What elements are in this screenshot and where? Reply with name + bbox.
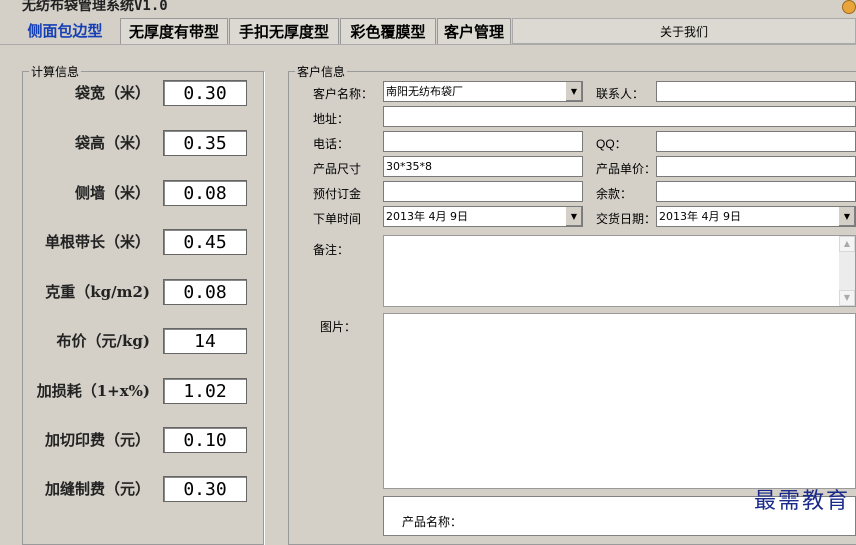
contact-input[interactable] bbox=[656, 81, 856, 102]
calc-info-legend: 计算信息 bbox=[31, 65, 80, 79]
product-size-input[interactable]: 30*35*8 bbox=[383, 156, 583, 177]
loss-rate-label: 加损耗（1+x%) bbox=[36, 382, 150, 400]
unit-price-input[interactable] bbox=[656, 156, 856, 177]
window-title: 无纺布袋管理系统V1.0 bbox=[22, 0, 168, 14]
cut-print-fee-label: 加切印费（元） bbox=[44, 431, 150, 449]
grammage-label: 克重（kg/m2) bbox=[45, 283, 150, 301]
side-wall-input[interactable]: 0.08 bbox=[163, 180, 247, 206]
delivery-date-value: 2013年 4月 9日 bbox=[659, 210, 741, 223]
address-input[interactable] bbox=[383, 106, 856, 127]
cloth-price-label: 布价（元/kg) bbox=[56, 332, 150, 350]
deposit-input[interactable] bbox=[383, 181, 583, 202]
tab-hand-buckle[interactable]: 手扣无厚度型 bbox=[229, 18, 339, 44]
bag-width-input[interactable]: 0.30 bbox=[163, 80, 247, 106]
product-size-label: 产品尺寸 bbox=[313, 162, 362, 176]
loss-rate-input[interactable]: 1.02 bbox=[163, 378, 247, 404]
dropdown-arrow-icon[interactable]: ▼ bbox=[565, 82, 582, 101]
contact-label: 联系人： bbox=[596, 87, 645, 101]
watermark-logo: 最需教育 bbox=[753, 489, 850, 514]
address-label: 地址： bbox=[313, 112, 350, 126]
grammage-input[interactable]: 0.08 bbox=[163, 279, 247, 305]
qq-input[interactable] bbox=[656, 131, 856, 152]
grid-header-product-name: 产品名称： bbox=[402, 515, 463, 529]
side-wall-label: 侧墙（米） bbox=[74, 184, 150, 202]
tab-no-thickness-strap[interactable]: 无厚度有带型 bbox=[120, 18, 228, 44]
sewing-fee-input[interactable]: 0.30 bbox=[163, 476, 247, 502]
customer-name-value: 南阳无纺布袋厂 bbox=[386, 85, 463, 98]
tab-side-edge[interactable]: 侧面包边型 bbox=[18, 18, 112, 44]
strap-length-input[interactable]: 0.45 bbox=[163, 229, 247, 255]
product-image-box[interactable] bbox=[383, 313, 856, 489]
tab-customer-management[interactable]: 客户管理 bbox=[437, 18, 511, 44]
tab-content: 计算信息 袋宽（米） 0.30 袋高（米） 0.35 侧墙（米） 0.08 单根… bbox=[0, 44, 856, 545]
delivery-date-picker[interactable]: 2013年 4月 9日 ▼ bbox=[656, 206, 856, 227]
deposit-label: 预付订金 bbox=[313, 187, 362, 201]
image-label: 图片： bbox=[320, 320, 357, 334]
customer-name-label: 客户名称： bbox=[313, 87, 374, 101]
order-time-picker[interactable]: 2013年 4月 9日 ▼ bbox=[383, 206, 583, 227]
bag-width-label: 袋宽（米） bbox=[74, 84, 150, 102]
sewing-fee-label: 加缝制费（元） bbox=[44, 480, 150, 498]
remark-label: 备注： bbox=[313, 243, 350, 257]
customer-info-legend: 客户信息 bbox=[297, 65, 346, 79]
strap-length-label: 单根带长（米） bbox=[44, 233, 150, 251]
balance-input[interactable] bbox=[656, 181, 856, 202]
tab-color-laminated[interactable]: 彩色覆膜型 bbox=[340, 18, 436, 44]
order-time-value: 2013年 4月 9日 bbox=[386, 210, 468, 223]
bag-height-input[interactable]: 0.35 bbox=[163, 130, 247, 156]
bag-height-label: 袋高（米） bbox=[74, 134, 150, 152]
qq-label: QQ： bbox=[596, 137, 627, 151]
balance-label: 余款： bbox=[596, 187, 633, 201]
title-bar: 无纺布袋管理系统V1.0 bbox=[0, 0, 856, 14]
customer-name-select[interactable]: 南阳无纺布袋厂 ▼ bbox=[383, 81, 583, 102]
remark-scrollbar[interactable]: ▲ ▼ bbox=[839, 236, 855, 306]
scroll-up-icon[interactable]: ▲ bbox=[839, 236, 855, 252]
tab-about-us[interactable]: 关于我们 bbox=[512, 18, 856, 44]
scroll-down-icon[interactable]: ▼ bbox=[839, 290, 855, 306]
dropdown-arrow-icon[interactable]: ▼ bbox=[838, 207, 855, 226]
cloth-price-input[interactable]: 14 bbox=[163, 328, 247, 354]
order-time-label: 下单时间 bbox=[313, 212, 362, 226]
cut-print-fee-input[interactable]: 0.10 bbox=[163, 427, 247, 453]
dropdown-arrow-icon[interactable]: ▼ bbox=[565, 207, 582, 226]
unit-price-label: 产品单价： bbox=[596, 162, 657, 176]
phone-label: 电话： bbox=[313, 137, 350, 151]
phone-input[interactable] bbox=[383, 131, 583, 152]
remark-textarea[interactable]: ▲ ▼ bbox=[383, 235, 856, 307]
tab-bar: 侧面包边型 无厚度有带型 手扣无厚度型 彩色覆膜型 客户管理 关于我们 bbox=[0, 18, 856, 44]
window-orb-icon[interactable] bbox=[842, 0, 856, 14]
delivery-date-label: 交货日期： bbox=[596, 212, 657, 226]
